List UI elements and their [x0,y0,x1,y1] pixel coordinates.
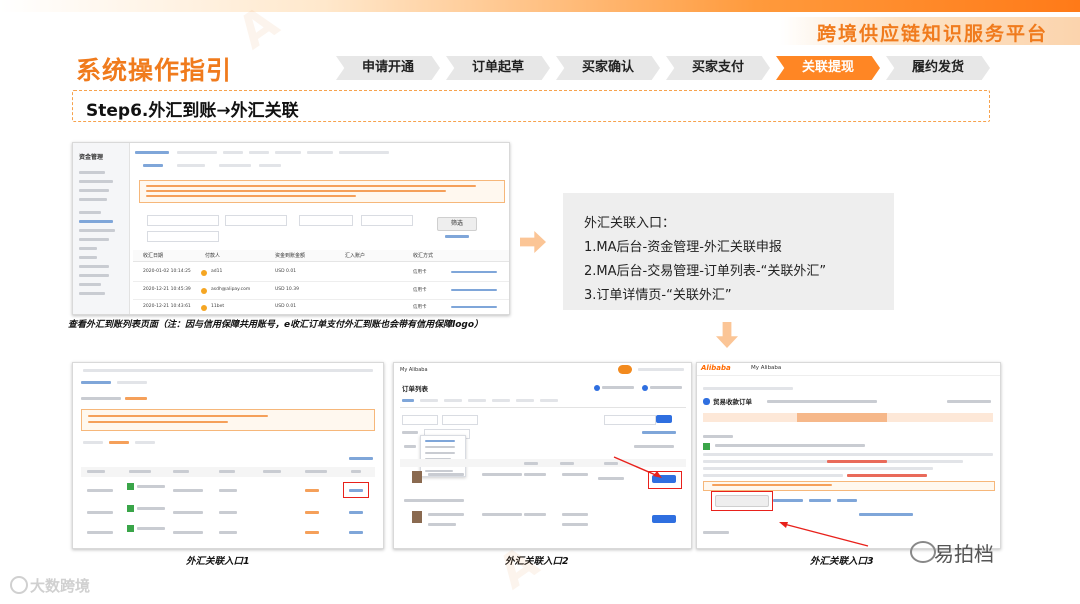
step-apply[interactable]: 申请开通 [336,56,440,80]
credit-badge-icon [201,270,207,276]
wechat-icon [910,541,936,563]
step-draft-order[interactable]: 订单起草 [446,56,550,80]
brand-logo-text: 大数跨境 [30,577,91,595]
info-line-3: 3.订单详情页-“关联外汇” [584,288,732,303]
filter-input[interactable] [225,215,287,226]
screenshot-entry-1 [72,362,384,549]
screenshot-sidebar-title: 资金管理 [79,154,104,161]
table-header: 收汇日期 付款人 资金到账金额 汇入账户 收汇方式 [133,250,509,262]
caption-fx-list: 查看外汇到账列表页面（注：因与信用保障共用账号，e收汇订单支付外汇到账也会带有信… [68,320,484,330]
pointer-arrow-icon [779,522,869,547]
link-fx-highlight[interactable] [343,482,369,498]
table-row: 2020-01-02 10:14:25 ad11 USD 0.01 信用卡 [133,265,509,282]
info-title: 外汇关联入口： [584,216,676,231]
brand-logo-icon [10,576,28,594]
screenshot-sidebar: 资金管理 [73,143,130,314]
wechat-account: 易拍档 [934,542,994,566]
caption-entry-1: 外汇关联入口1 [186,556,250,567]
link-fx-highlight[interactable] [711,491,773,511]
info-line-2: 2.MA后台-交易管理-订单列表-“关联外汇” [584,264,827,279]
arrow-down-icon [716,322,738,348]
credit-badge-icon [201,288,207,294]
step-title: Step6.外汇到账→外汇关联 [86,101,299,121]
alibaba-logo: Alibaba [701,364,731,372]
info-line-1: 1.MA后台-资金管理-外汇关联申报 [584,240,782,255]
arrow-right-icon [520,231,546,253]
page-title: 系统操作指引 [76,56,233,85]
order-title: 贸易收款订单 [713,398,752,406]
screenshot-order-title: 订单列表 [402,385,428,393]
step-link-withdraw[interactable]: 关联提现 [776,56,880,80]
step-buyer-confirm[interactable]: 买家确认 [556,56,660,80]
top-stripe [0,0,1080,12]
screenshot-fx-list: 资金管理 筛选 收汇日期 付款人 资金到账金额 汇入账户 收汇方式 2020-0… [72,142,510,315]
step-buyer-pay[interactable]: 买家支付 [666,56,770,80]
filter-select-2[interactable] [147,231,219,242]
date-to-input[interactable] [361,215,413,226]
caption-entry-3: 外汇关联入口3 [810,556,874,567]
table-row: 2020-12-21 10:43:61 11bet USD 0.01 信用卡 [133,301,509,314]
step-ship[interactable]: 履约发货 [886,56,990,80]
brand-title: 跨境供应链知识服务平台 [816,23,1048,45]
credit-badge-icon [201,305,207,311]
filter-select[interactable] [147,215,219,226]
date-from-input[interactable] [299,215,353,226]
pointer-arrow-icon [613,456,662,478]
dropdown-menu[interactable] [420,435,466,477]
notice-banner [81,409,375,431]
filter-button[interactable]: 筛选 [437,217,477,231]
notice-banner [139,180,505,203]
table-row: 2020-12-21 10:45:39 asdh@alipay.com USD … [133,283,509,300]
